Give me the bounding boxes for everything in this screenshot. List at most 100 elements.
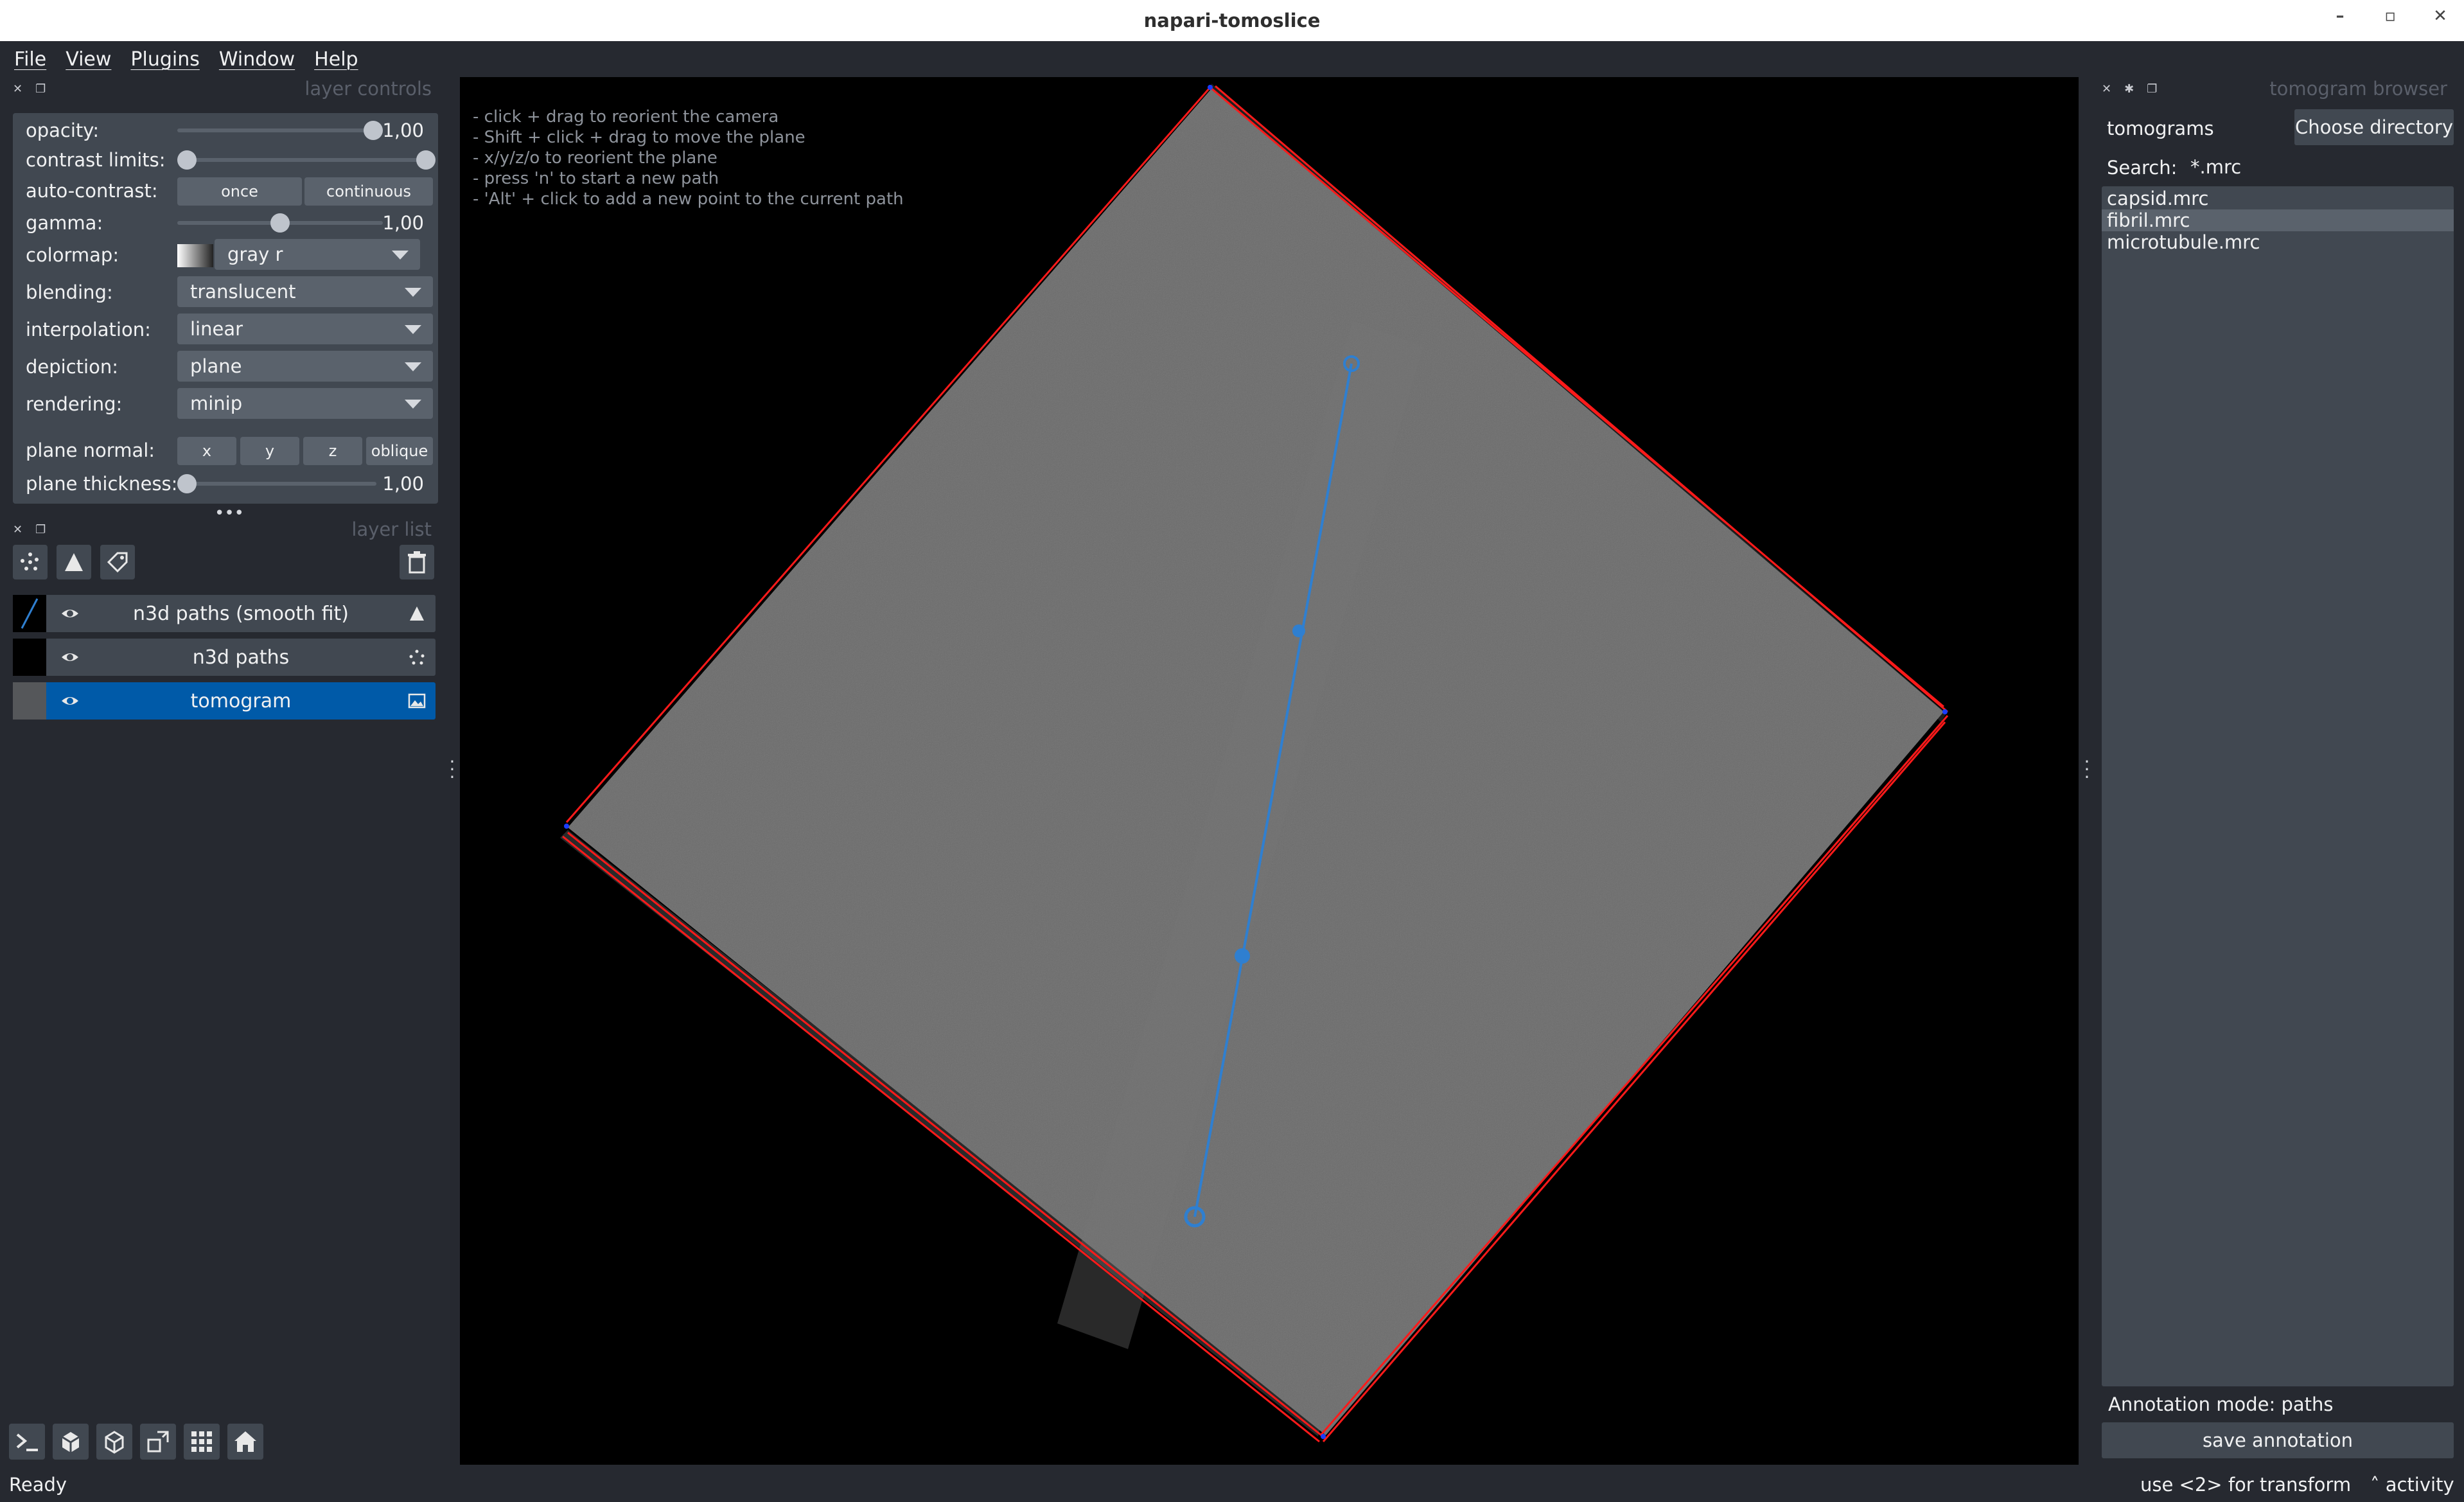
contrast-limits-slider[interactable] — [177, 150, 436, 170]
activity-toggle[interactable]: ˄ activity — [2370, 1474, 2454, 1496]
layer-thumbnail — [13, 595, 46, 632]
dock-title: layer list — [351, 518, 432, 540]
terminal-icon — [16, 1433, 38, 1451]
console-button[interactable] — [9, 1424, 45, 1460]
viewer-canvas[interactable] — [460, 77, 2079, 1465]
plane-normal-oblique-button[interactable]: oblique — [366, 437, 433, 465]
canvas-hints: - click + drag to reorient the camera - … — [473, 107, 904, 209]
eye-icon[interactable] — [60, 691, 80, 711]
menu-file[interactable]: File — [14, 48, 46, 71]
search-label: Search: — [2107, 157, 2178, 179]
search-input[interactable]: *.mrc — [2183, 150, 2454, 184]
auto-contrast-continuous-button[interactable]: continuous — [304, 177, 433, 206]
tag-icon — [107, 552, 128, 573]
opacity-slider-handle[interactable] — [364, 121, 383, 140]
hint-line: - 'Alt' + click to add a new point to th… — [473, 190, 904, 209]
transpose-button[interactable] — [140, 1424, 176, 1460]
tomogram-view[interactable] — [460, 77, 2079, 1465]
colormap-select[interactable]: gray r — [215, 239, 420, 270]
activity-label: activity — [2385, 1474, 2454, 1496]
chevron-down-icon — [405, 362, 421, 371]
maximize-icon[interactable]: ▫ — [2379, 6, 2401, 26]
left-dock-splitter[interactable]: · · · — [449, 753, 455, 786]
auto-contrast-once-button[interactable]: once — [177, 177, 302, 206]
gamma-slider[interactable] — [177, 213, 383, 233]
layer-row-tomogram[interactable]: tomogram — [13, 682, 436, 720]
colormap-label: colormap: — [26, 244, 119, 266]
contrast-low-handle[interactable] — [177, 150, 197, 170]
plane-thickness-slider[interactable] — [177, 474, 376, 493]
dock-float-icon[interactable]: ❐ — [2147, 82, 2157, 96]
eye-icon[interactable] — [60, 604, 80, 623]
layer-row-paths[interactable]: n3d paths — [13, 639, 436, 676]
right-dock-splitter[interactable]: · · · — [2084, 753, 2090, 786]
contrast-limits-label: contrast limits: — [26, 149, 166, 171]
dock-close-icon[interactable]: ✕ — [13, 523, 22, 536]
new-points-layer-button[interactable] — [13, 545, 48, 579]
dock-close-icon[interactable]: ✕ — [13, 82, 22, 96]
hint-line: - x/y/z/o to reorient the plane — [473, 148, 717, 168]
new-labels-layer-button[interactable] — [100, 545, 135, 579]
opacity-slider[interactable] — [177, 121, 383, 140]
menu-plugins[interactable]: Plugins — [130, 48, 199, 71]
plane-normal-x-button[interactable]: x — [177, 437, 236, 465]
eye-icon[interactable] — [60, 648, 80, 667]
rendering-label: rendering: — [26, 393, 123, 415]
file-item[interactable]: capsid.mrc — [2102, 188, 2454, 209]
interpolation-select[interactable]: linear — [177, 314, 433, 344]
file-list[interactable]: capsid.mrc fibril.mrc microtubule.mrc — [2102, 186, 2454, 1386]
dock-float-icon[interactable]: ❐ — [35, 82, 46, 96]
plane-normal-y-button[interactable]: y — [240, 437, 299, 465]
colormap-swatch — [177, 244, 213, 267]
file-item-selected[interactable]: fibril.mrc — [2102, 209, 2454, 231]
file-item[interactable]: microtubule.mrc — [2102, 231, 2454, 253]
layer-row-smooth-fit[interactable]: n3d paths (smooth fit) — [13, 595, 436, 632]
path-point[interactable] — [1292, 624, 1305, 637]
toggle-ndisplay-button[interactable] — [53, 1424, 89, 1460]
menu-help[interactable]: Help — [314, 48, 358, 71]
new-shapes-layer-button[interactable] — [57, 545, 91, 579]
roll-dimensions-button[interactable] — [96, 1424, 132, 1460]
directory-field[interactable]: tomograms — [2102, 112, 2287, 145]
opacity-label: opacity: — [26, 119, 100, 141]
chevron-up-icon: ˄ — [2370, 1474, 2386, 1496]
menu-view[interactable]: View — [66, 48, 111, 71]
reset-view-button[interactable] — [227, 1424, 263, 1460]
layer-name[interactable]: n3d paths — [90, 639, 392, 676]
save-annotation-button[interactable]: save annotation — [2102, 1422, 2454, 1458]
trash-icon — [408, 551, 426, 574]
image-icon — [408, 693, 426, 709]
title-bar: napari-tomoslice – ▫ ✕ — [0, 0, 2464, 41]
blending-select[interactable]: translucent — [177, 276, 433, 307]
depiction-select[interactable]: plane — [177, 351, 433, 382]
rendering-select[interactable]: minip — [177, 388, 433, 419]
gamma-label: gamma: — [26, 212, 103, 234]
gamma-slider-handle[interactable] — [270, 213, 290, 233]
points-icon — [409, 649, 425, 665]
rendering-value: minip — [190, 393, 243, 414]
grid-view-button[interactable] — [184, 1424, 220, 1460]
hint-line: - press 'n' to start a new path — [473, 169, 719, 188]
window-title: napari-tomoslice — [1143, 10, 1321, 31]
points-icon — [21, 552, 39, 570]
choose-directory-button[interactable]: Choose directory — [2294, 109, 2454, 145]
layer-name[interactable]: tomogram — [90, 682, 392, 720]
dock-float-icon[interactable]: ❐ — [35, 523, 46, 536]
plane-thickness-handle[interactable] — [177, 474, 197, 493]
grid-icon — [191, 1431, 212, 1452]
shapes-icon — [410, 606, 424, 621]
dock-close-icon[interactable]: ✕ — [2102, 82, 2111, 96]
dock-pin-icon[interactable]: ✱ — [2124, 82, 2134, 96]
close-icon[interactable]: ✕ — [2429, 6, 2451, 26]
contrast-high-handle[interactable] — [416, 150, 436, 170]
transpose-icon — [147, 1431, 169, 1453]
menu-bar: File View Plugins Window Help — [0, 41, 2464, 77]
plane-normal-z-button[interactable]: z — [303, 437, 362, 465]
layer-name[interactable]: n3d paths (smooth fit) — [90, 595, 392, 632]
path-point[interactable] — [1235, 948, 1250, 964]
delete-layer-button[interactable] — [400, 545, 434, 579]
dock-title: tomogram browser — [2269, 78, 2447, 100]
menu-window[interactable]: Window — [219, 48, 295, 71]
plane-thickness-label: plane thickness: — [26, 473, 178, 495]
minimize-icon[interactable]: – — [2329, 6, 2351, 26]
